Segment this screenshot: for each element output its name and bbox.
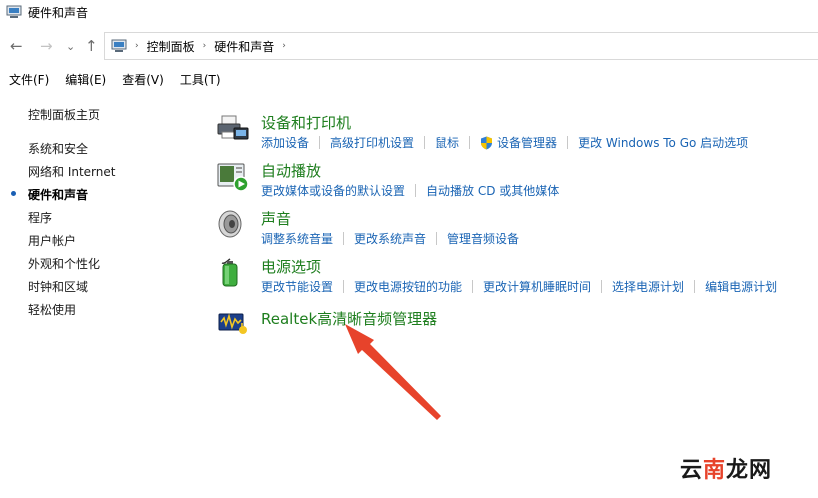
annotation-arrow-icon — [345, 324, 441, 420]
watermark-part-highlight: 南 — [703, 458, 727, 483]
watermark-part: 龙网 — [726, 458, 773, 483]
watermark-part: 云 — [680, 458, 704, 483]
watermark: 云南龙网 — [680, 452, 772, 484]
